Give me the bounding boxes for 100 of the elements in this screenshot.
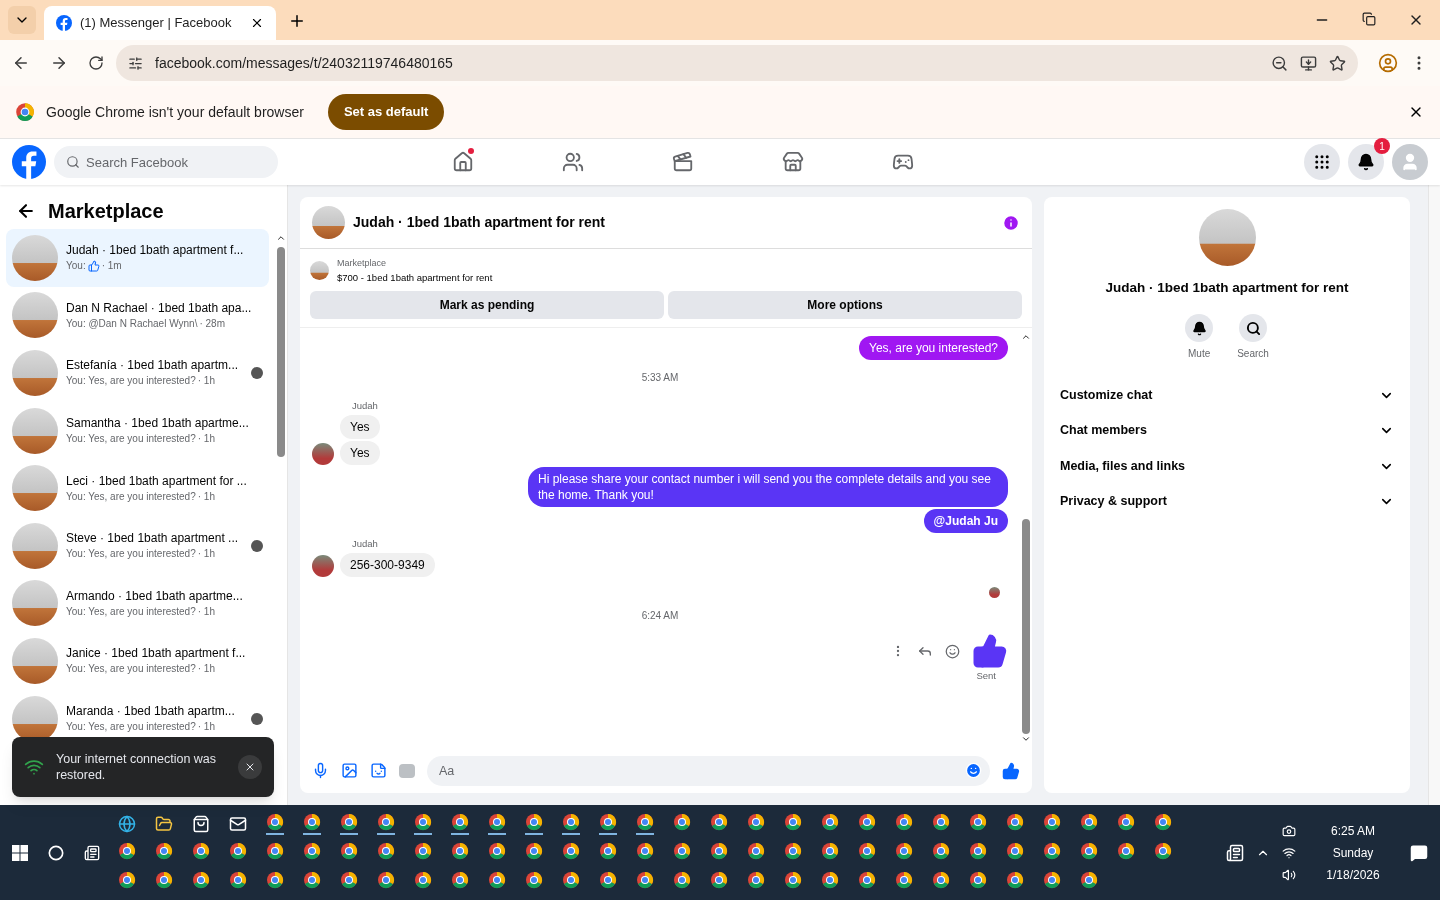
browser-icon[interactable] xyxy=(303,870,321,889)
browser-icon[interactable] xyxy=(1117,812,1135,831)
section-row[interactable]: Privacy & support xyxy=(1056,483,1398,520)
browser-icon[interactable] xyxy=(895,870,913,889)
browser-icon[interactable] xyxy=(932,812,950,831)
browser-icon[interactable] xyxy=(858,812,876,831)
browser-icon[interactable] xyxy=(821,841,839,860)
browser-icon[interactable] xyxy=(784,841,802,860)
browser-icon[interactable] xyxy=(932,841,950,860)
sticker-icon[interactable] xyxy=(370,762,387,779)
browser-icon[interactable] xyxy=(377,870,395,889)
browser-icon[interactable] xyxy=(1080,812,1098,831)
thumbs-up-icon[interactable] xyxy=(1002,761,1020,780)
browser-icon[interactable] xyxy=(1006,812,1024,831)
browser-icon[interactable] xyxy=(1043,812,1061,831)
search-field[interactable]: Search Facebook xyxy=(54,146,278,178)
conversation-item[interactable]: Janice · 1bed 1bath apartment f... You: Yes, are you interested? · 1h xyxy=(6,632,269,690)
scroll-down-icon[interactable] xyxy=(1021,734,1031,744)
folder-icon[interactable] xyxy=(155,814,173,833)
browser-icon[interactable] xyxy=(488,812,506,831)
conversation-item[interactable]: Dan N Rachael · 1bed 1bath apa... You: @Dan N Rachael Wynn\ · 28m xyxy=(6,286,269,345)
windows-logo-icon[interactable] xyxy=(12,844,28,861)
browser-tab[interactable]: (1) Messenger | Facebook xyxy=(44,6,276,40)
browser-icon[interactable] xyxy=(525,841,543,860)
browser-icon[interactable] xyxy=(340,841,358,860)
browser-icon[interactable] xyxy=(562,841,580,860)
close-icon[interactable] xyxy=(250,16,264,30)
browser-icon[interactable] xyxy=(599,812,617,831)
browser-icon[interactable] xyxy=(488,841,506,860)
scrollbar-thumb[interactable] xyxy=(1022,519,1030,734)
page-scrollbar[interactable] xyxy=(1428,185,1440,805)
browser-icon[interactable] xyxy=(414,870,432,889)
browser-icon[interactable] xyxy=(525,812,543,831)
browser-icon[interactable] xyxy=(1006,841,1024,860)
browser-icon[interactable] xyxy=(266,812,284,831)
browser-icon[interactable] xyxy=(266,841,284,860)
volume-icon[interactable] xyxy=(1282,867,1296,882)
browser-icon[interactable] xyxy=(673,870,691,889)
new-tab-icon[interactable] xyxy=(288,12,306,30)
browser-icon[interactable] xyxy=(377,841,395,860)
browser-icon[interactable] xyxy=(192,841,210,860)
conversation-item[interactable]: Armando · 1bed 1bath apartme... You: Yes, are you interested? · 1h xyxy=(6,574,269,633)
browser-icon[interactable] xyxy=(895,841,913,860)
browser-icon[interactable] xyxy=(710,870,728,889)
browser-icon[interactable] xyxy=(414,812,432,831)
browser-icon[interactable] xyxy=(747,812,765,831)
conversation-item[interactable]: Judah · 1bed 1bath apartment f... You: · 1m xyxy=(6,229,269,287)
browser-icon[interactable] xyxy=(303,812,321,831)
action-button[interactable] xyxy=(1185,314,1214,343)
browser-icon[interactable] xyxy=(229,841,247,860)
facebook-logo-icon[interactable] xyxy=(12,145,46,179)
browser-icon[interactable] xyxy=(414,841,432,860)
browser-icon[interactable] xyxy=(599,870,617,889)
tab-list-button[interactable] xyxy=(8,6,36,34)
browser-icon[interactable] xyxy=(969,812,987,831)
browser-icon[interactable] xyxy=(229,870,247,889)
browser-icon[interactable] xyxy=(969,841,987,860)
browser-icon[interactable] xyxy=(710,841,728,860)
browser-icon[interactable] xyxy=(377,812,395,831)
install-icon[interactable] xyxy=(1300,54,1317,72)
info-icon[interactable] xyxy=(1002,213,1020,232)
conversation-item[interactable]: Samantha · 1bed 1bath apartme... You: Yes, are you interested? · 1h xyxy=(6,401,269,460)
photo-icon[interactable] xyxy=(341,762,358,779)
search-circle-icon[interactable] xyxy=(48,844,64,861)
section-row[interactable]: Chat members xyxy=(1056,412,1398,449)
mail-icon[interactable] xyxy=(229,814,247,833)
message-input[interactable]: Aa xyxy=(427,755,990,786)
zoom-icon[interactable] xyxy=(1271,54,1288,72)
browser-icon[interactable] xyxy=(266,870,284,889)
browser-icon[interactable] xyxy=(192,870,210,889)
browser-icon[interactable] xyxy=(858,870,876,889)
conversation-item[interactable]: Estefanía · 1bed 1bath apartm... You: Yes, are you interested? · 1h xyxy=(6,344,269,402)
browser-icon[interactable] xyxy=(636,841,654,860)
back-icon[interactable] xyxy=(12,54,30,72)
back-icon[interactable] xyxy=(16,201,36,221)
browser-icon[interactable] xyxy=(636,870,654,889)
browser-icon[interactable] xyxy=(451,841,469,860)
microphone-icon[interactable] xyxy=(312,762,329,779)
news-icon[interactable] xyxy=(1226,843,1244,862)
browser-icon[interactable] xyxy=(488,870,506,889)
browser-icon[interactable] xyxy=(1043,841,1061,860)
camera-icon[interactable] xyxy=(1282,823,1296,838)
section-row[interactable]: Media, files and links xyxy=(1056,448,1398,484)
browser-icon[interactable] xyxy=(1154,812,1172,831)
browser-icon[interactable] xyxy=(747,841,765,860)
browser-icon[interactable] xyxy=(525,870,543,889)
browser-icon[interactable] xyxy=(340,870,358,889)
browser-icon[interactable] xyxy=(599,841,617,860)
browser-icon[interactable] xyxy=(932,870,950,889)
browser-icon[interactable] xyxy=(969,870,987,889)
browser-icon[interactable] xyxy=(673,841,691,860)
conversation-item[interactable]: Leci · 1bed 1bath apartment for ... You: Yes, are you interested? · 1h xyxy=(6,459,269,517)
notifications-button[interactable] xyxy=(1348,144,1384,180)
browser-icon[interactable] xyxy=(636,812,654,831)
browser-icon[interactable] xyxy=(1080,870,1098,889)
notifications-icon[interactable] xyxy=(1410,843,1428,862)
browser-icon[interactable] xyxy=(821,812,839,831)
reload-icon[interactable] xyxy=(88,55,104,71)
browser-icon[interactable] xyxy=(118,841,136,860)
scroll-up-icon[interactable] xyxy=(276,233,286,243)
